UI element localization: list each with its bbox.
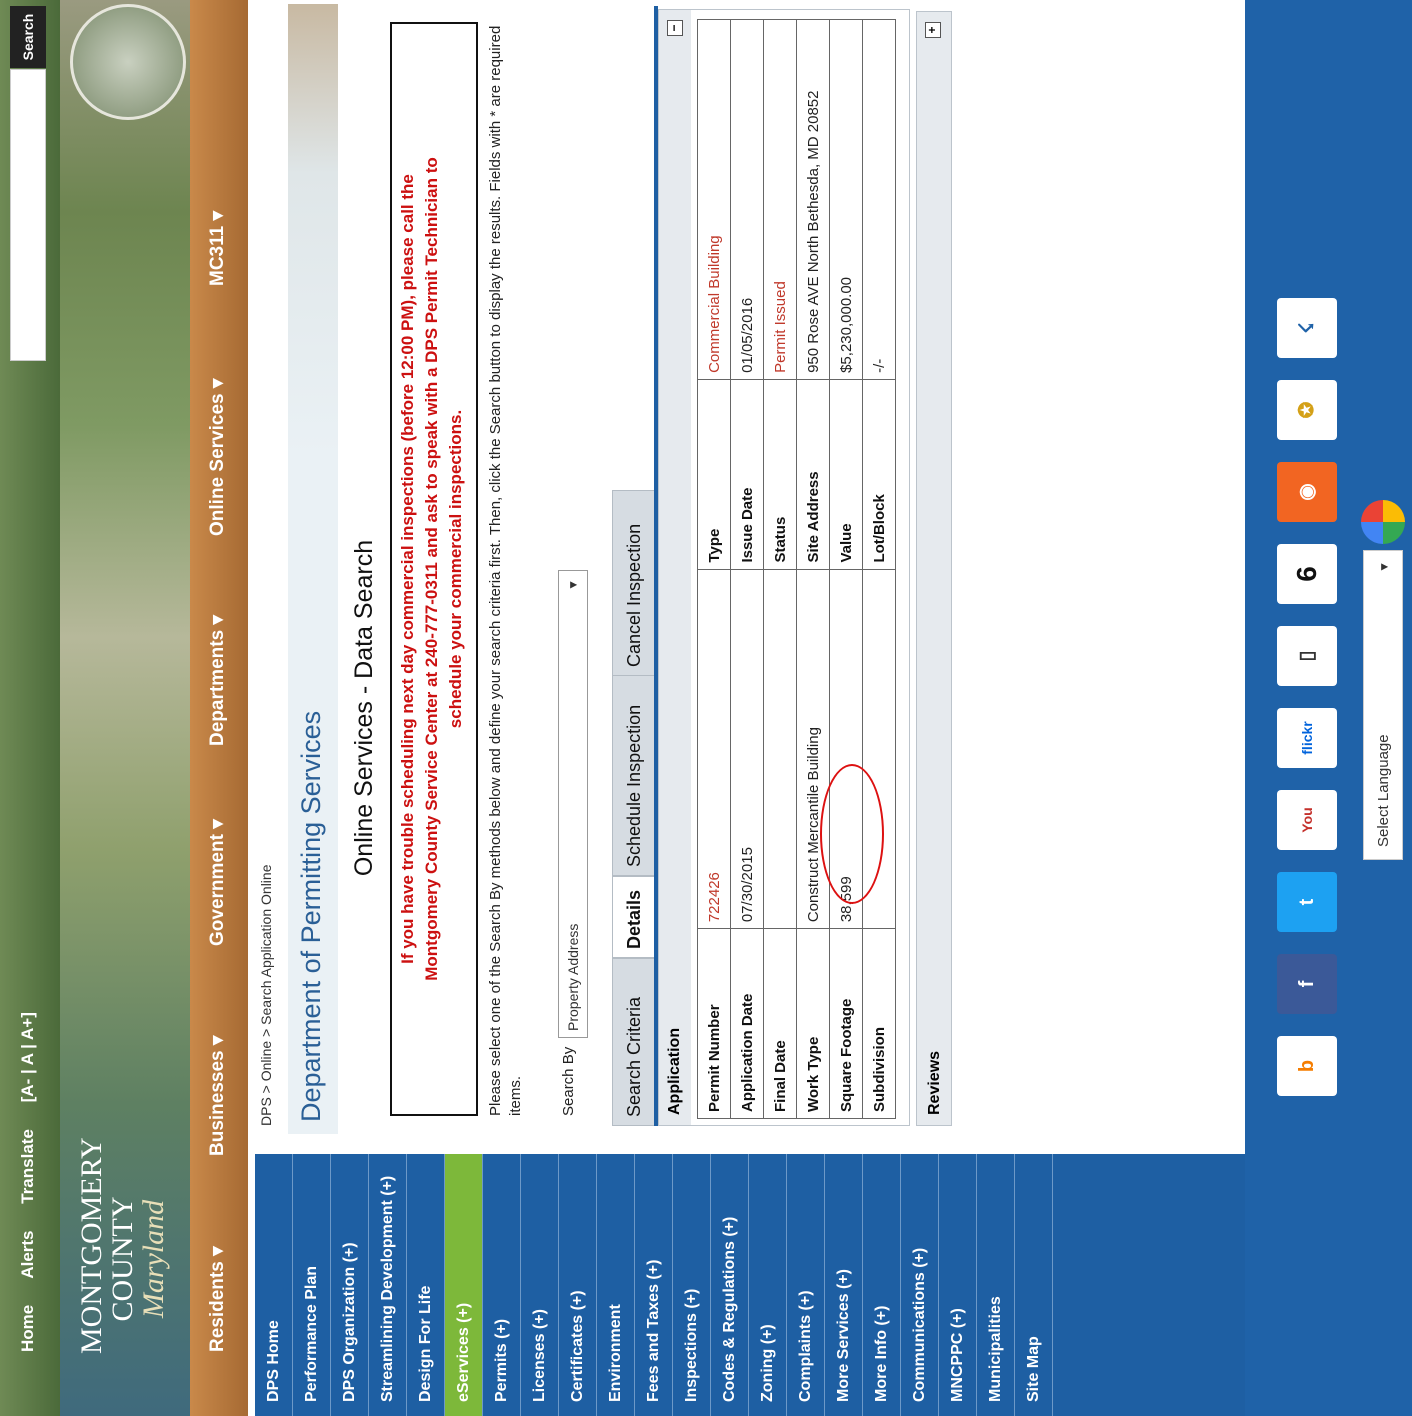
sidebar-item-mncppc[interactable]: MNCPPC (+) (939, 1154, 977, 1416)
sidebar-item-environment[interactable]: Environment (597, 1154, 635, 1416)
chevron-down-icon: ▼ (566, 579, 580, 591)
tab-schedule-inspection[interactable]: Schedule Inspection (612, 672, 656, 876)
youtube-icon[interactable]: You (1277, 790, 1337, 850)
flickr-icon[interactable]: flickr (1277, 708, 1337, 768)
top-bar: Home Alerts Translate [A- | A | A+] Sear… (0, 0, 60, 1416)
nav-mc311[interactable]: MC311 ▾ (206, 211, 229, 286)
breadcrumb[interactable]: DPS > Online > Search Application Online (258, 865, 274, 1127)
mobile-icon[interactable]: ▯ (1277, 626, 1337, 686)
sidebar: DPS Home Performance Plan DPS Organizati… (255, 1154, 1405, 1416)
tab-details[interactable]: Details (612, 876, 656, 958)
sidebar-item-permits[interactable]: Permits (+) (483, 1154, 521, 1416)
permit-number-value: 722426 (697, 569, 731, 929)
translate-link[interactable]: Translate (18, 1129, 37, 1204)
sidebar-item-performance-plan[interactable]: Performance Plan (293, 1154, 331, 1416)
nav-businesses[interactable]: Businesses ▾ (206, 1036, 229, 1156)
expand-icon[interactable]: + (925, 22, 941, 38)
sidebar-item-licenses[interactable]: Licenses (+) (521, 1154, 559, 1416)
sidebar-item-codes-regulations[interactable]: Codes & Regulations (+) (711, 1154, 749, 1416)
tab-search-criteria[interactable]: Search Criteria (612, 958, 656, 1126)
sidebar-item-dps-home[interactable]: DPS Home (255, 1154, 293, 1416)
home-link[interactable]: Home (18, 1305, 37, 1352)
search-by-select[interactable]: Property Address ▼ (558, 570, 588, 1038)
page-canvas: Home Alerts Translate [A- | A | A+] Sear… (0, 0, 1412, 1416)
award-icon[interactable]: ✪ (1277, 380, 1337, 440)
sidebar-item-site-map[interactable]: Site Map (1015, 1154, 1053, 1416)
twitter-icon[interactable]: t (1277, 872, 1337, 932)
county-logo[interactable]: MONTGOMERY COUNTY Maryland (75, 1137, 170, 1354)
sidebar-item-inspections[interactable]: Inspections (+) (673, 1154, 711, 1416)
table-row: Square Footage 38,599 Value $5,230,000.0… (829, 19, 863, 1119)
department-header: Department of Permitting Services (288, 4, 338, 1134)
table-row: Work Type Construct Mercantile Building … (796, 19, 830, 1119)
main-nav: Residents ▾ Businesses ▾ Government ▾ De… (190, 0, 248, 1416)
table-row: Final Date Status Permit Issued (763, 19, 797, 1119)
application-header: Application − (659, 10, 691, 1125)
table-row: Subdivision Lot/Block -/- (862, 19, 896, 1119)
runner-icon[interactable]: ☇ (1277, 298, 1337, 358)
search-instructions: Please select one of the Search By metho… (487, 25, 524, 1116)
footer: b f t You flickr ▯ 6 ◉ ✪ ☇ Select Langua… (1245, 0, 1412, 1416)
status-value: Permit Issued (763, 19, 797, 380)
sidebar-item-more-info[interactable]: More Info (+) (863, 1154, 901, 1416)
nav-departments[interactable]: Departments ▾ (206, 615, 229, 746)
sidebar-item-communications[interactable]: Communications (+) (901, 1154, 939, 1416)
rss-icon[interactable]: ◉ (1277, 462, 1337, 522)
nav-government[interactable]: Government ▾ (206, 819, 229, 946)
sidebar-item-municipalities[interactable]: Municipalities (977, 1154, 1015, 1416)
alerts-link[interactable]: Alerts (18, 1230, 37, 1278)
calendar-icon[interactable]: 6 (1277, 544, 1337, 604)
nav-online-services[interactable]: Online Services ▾ (206, 379, 229, 536)
handwritten-circle-annotation (820, 764, 884, 904)
site-address-value: 950 Rose AVE North Bethesda, MD 20852 (796, 19, 830, 380)
top-links: Home Alerts Translate [A- | A | A+] (18, 990, 38, 1352)
site-search-input[interactable] (10, 69, 46, 361)
site-search-button[interactable]: Search (10, 6, 46, 68)
sidebar-item-more-services[interactable]: More Services (+) (825, 1154, 863, 1416)
blogger-icon[interactable]: b (1277, 1036, 1337, 1096)
sidebar-item-complaints[interactable]: Complaints (+) (787, 1154, 825, 1416)
page-title: Online Services - Data Search (350, 539, 378, 877)
sidebar-item-design-for-life[interactable]: Design For Life (407, 1154, 445, 1416)
type-value: Commercial Building (697, 19, 731, 380)
facebook-icon[interactable]: f (1277, 954, 1337, 1014)
sidebar-item-certificates[interactable]: Certificates (+) (559, 1154, 597, 1416)
table-row: Permit Number 722426 Type Commercial Bui… (697, 19, 731, 1119)
font-size-controls[interactable]: [A- | A | A+] (18, 1012, 37, 1102)
application-details-table: Permit Number 722426 Type Commercial Bui… (697, 19, 896, 1119)
department-title: Department of Permitting Services (296, 710, 326, 1122)
search-by-label: Search By (560, 1046, 577, 1116)
table-row: Application Date 07/30/2015 Issue Date 0… (730, 19, 764, 1119)
header-banner: MONTGOMERY COUNTY Maryland (60, 0, 190, 1416)
sidebar-item-eservices[interactable]: eServices (+) (445, 1154, 483, 1416)
sidebar-item-zoning[interactable]: Zoning (+) (749, 1154, 787, 1416)
nav-residents[interactable]: Residents ▾ (206, 1246, 229, 1352)
reviews-header: Reviews + (916, 11, 952, 1126)
tab-cancel-inspection[interactable]: Cancel Inspection (612, 490, 656, 676)
language-select[interactable]: Select Language ▼ (1363, 550, 1403, 860)
county-seal-icon (70, 4, 186, 120)
chevron-down-icon: ▼ (1377, 561, 1391, 573)
inspection-alert: If you have trouble scheduling next day … (390, 22, 478, 1116)
google-translate-icon (1361, 500, 1405, 544)
sidebar-item-fees-and-taxes[interactable]: Fees and Taxes (+) (635, 1154, 673, 1416)
application-panel: Application − Permit Number 722426 Type … (658, 9, 910, 1126)
collapse-icon[interactable]: − (667, 20, 683, 36)
